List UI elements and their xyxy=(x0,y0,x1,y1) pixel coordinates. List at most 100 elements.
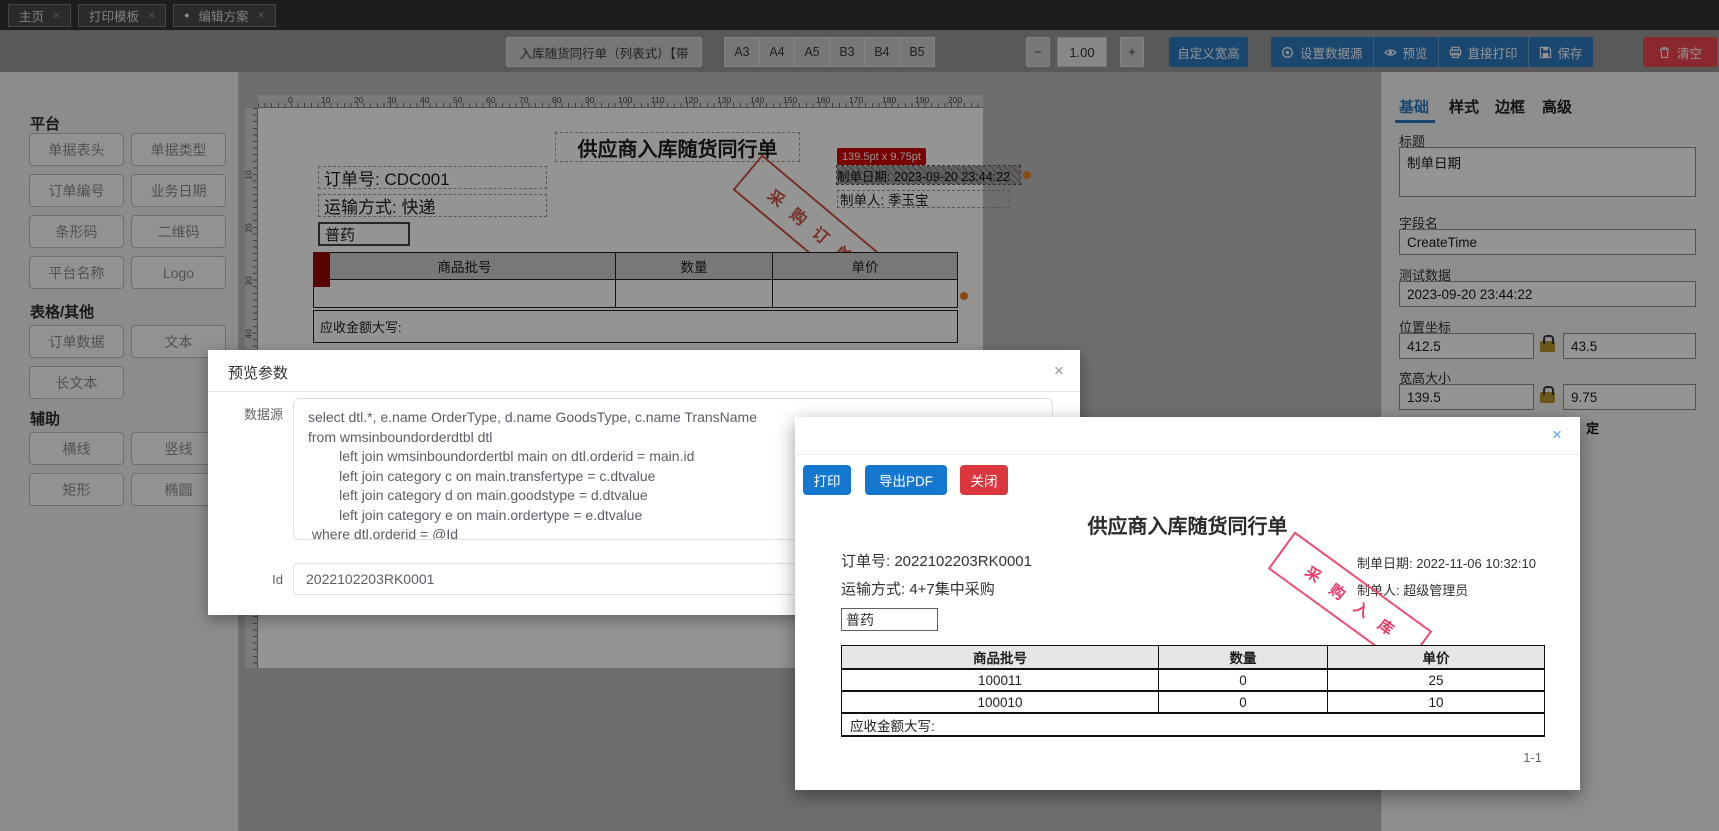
preview-goods-type: 普药 xyxy=(841,608,938,631)
component-button[interactable]: 二维码 xyxy=(131,215,226,248)
create-date-element-selected[interactable]: 制单日期: 2023-09-20 23:44:22 xyxy=(836,165,1021,185)
order-no-element[interactable]: 订单号: CDC001 xyxy=(318,166,547,189)
size-width-input[interactable]: 139.5 xyxy=(1399,384,1534,410)
component-button[interactable]: 订单数据 xyxy=(29,325,124,358)
component-button[interactable]: 单据表头 xyxy=(29,133,124,166)
preview-table: 商品批号 数量 单价 100011 0 25 100010 0 10 应收金额大… xyxy=(841,645,1545,737)
toolbar-action-group: 设置数据源 预览 直接打印 保存 xyxy=(1271,37,1593,67)
preview-transport: 运输方式: 4+7集中采购 xyxy=(841,581,995,598)
active-tab-underline xyxy=(1395,120,1435,123)
component-button[interactable]: 订单编号 xyxy=(29,174,124,207)
toolbar: 入库随货同行单（列表式）【带 A3 A4 A5 B3 B4 B5 − 1.00 + 自定义… xyxy=(0,30,1719,72)
position-y-input[interactable]: 43.5 xyxy=(1563,333,1696,359)
ruler-label: 130 xyxy=(717,95,732,105)
tab-style[interactable]: 样式 xyxy=(1449,96,1479,117)
component-button[interactable]: 横线 xyxy=(29,432,124,465)
ruler-label: 140 xyxy=(750,95,765,105)
component-button[interactable]: 长文本 xyxy=(29,366,124,399)
database-icon xyxy=(1282,46,1293,58)
transport-element[interactable]: 运输方式: 快递 xyxy=(318,194,547,217)
auxiliary-items: 横线 竖线 矩形 椭圆 xyxy=(29,432,229,506)
table-drag-handle[interactable] xyxy=(313,252,330,287)
tab-basic[interactable]: 基础 xyxy=(1399,96,1429,117)
component-button[interactable]: 单据类型 xyxy=(131,133,226,166)
close-button[interactable]: 关闭 xyxy=(960,465,1008,495)
size-height-input[interactable]: 9.75 xyxy=(1563,384,1696,410)
tab-edit-scheme[interactable]: ● 编辑方案 × xyxy=(173,3,276,27)
close-icon[interactable]: × xyxy=(148,8,155,22)
close-icon[interactable]: × xyxy=(1552,426,1562,443)
ruler-label: 30 xyxy=(387,95,397,105)
paper-size-group: A3 A4 A5 B3 B4 B5 xyxy=(724,37,935,67)
paper-size-button[interactable]: A3 xyxy=(724,37,760,67)
resize-handle[interactable] xyxy=(1023,171,1031,179)
resize-handle[interactable] xyxy=(960,292,968,300)
direct-print-button[interactable]: 直接打印 xyxy=(1437,37,1528,67)
goods-type-element[interactable]: 普药 xyxy=(318,222,410,246)
title-input[interactable]: 制单日期 xyxy=(1399,147,1696,197)
paper-size-button[interactable]: B4 xyxy=(864,37,900,67)
zoom-value-input[interactable]: 1.00 xyxy=(1057,37,1107,67)
preview-order-no: 订单号: 2022102203RK0001 xyxy=(841,553,1032,570)
component-button[interactable]: Logo xyxy=(131,256,226,289)
close-icon[interactable]: × xyxy=(258,8,265,22)
ruler-label: 150 xyxy=(783,95,798,105)
field-name-input[interactable]: CreateTime xyxy=(1399,229,1696,255)
component-sidebar: 平台 单据表头 单据类型 订单编号 业务日期 条形码 二维码 平台名称 Logo 表格/其他 … xyxy=(0,72,239,831)
tab-border[interactable]: 边框 xyxy=(1495,96,1525,117)
ruler-label: 110 xyxy=(651,95,665,105)
paper-size-button[interactable]: A5 xyxy=(794,37,830,67)
section-title-table-other: 表格/其他 xyxy=(30,304,95,321)
set-datasource-button[interactable]: 设置数据源 xyxy=(1271,37,1373,67)
printer-icon xyxy=(1449,46,1461,58)
ruler-label: 80 xyxy=(552,95,562,105)
lock-icon[interactable] xyxy=(1540,386,1555,403)
paper-size-button[interactable]: B3 xyxy=(829,37,865,67)
section-title-auxiliary: 辅助 xyxy=(30,411,61,428)
table-header-cell: 商品批号 xyxy=(314,253,616,279)
ruler-label: 60 xyxy=(486,95,496,105)
trash-icon xyxy=(1659,46,1670,58)
close-icon[interactable]: × xyxy=(53,8,60,22)
export-pdf-button[interactable]: 导出PDF xyxy=(865,465,947,495)
top-tab-strip: 主页 × 打印模板 × ● 编辑方案 × xyxy=(0,0,1719,30)
page-indicator: 1-1 xyxy=(1523,750,1542,765)
table-header-cell: 数量 xyxy=(616,253,773,279)
custom-size-button[interactable]: 自定义宽高 xyxy=(1169,37,1248,67)
ruler-label: 0 xyxy=(288,95,293,105)
amount-caps-element[interactable]: 应收金额大写: xyxy=(313,310,958,343)
tab-advanced[interactable]: 高级 xyxy=(1542,96,1572,117)
test-data-input[interactable]: 2023-09-20 23:44:22 xyxy=(1399,281,1696,307)
ruler-label: 20 xyxy=(354,95,364,105)
component-button[interactable]: 条形码 xyxy=(29,215,124,248)
zoom-in-button[interactable]: + xyxy=(1120,37,1144,67)
tab-print-template[interactable]: 打印模板 × xyxy=(78,3,167,27)
detail-table-element[interactable]: 商品批号 数量 单价 xyxy=(313,252,958,308)
component-button[interactable]: 平台名称 xyxy=(29,256,124,289)
section-title-platform: 平台 xyxy=(30,116,61,133)
paper-size-button[interactable]: B5 xyxy=(899,37,935,67)
clear-button[interactable]: 清空 xyxy=(1643,37,1717,67)
component-button[interactable]: 矩形 xyxy=(29,473,124,506)
creator-element[interactable]: 制单人: 季玉宝 xyxy=(837,190,1010,208)
preview-table-header: 商品批号 数量 单价 xyxy=(842,646,1544,670)
print-button[interactable]: 打印 xyxy=(803,465,851,495)
tab-print-template-label: 打印模板 xyxy=(89,9,140,24)
close-icon[interactable]: × xyxy=(1054,362,1064,379)
table-empty-row xyxy=(313,280,958,308)
template-name-button[interactable]: 入库随货同行单（列表式）【带 xyxy=(506,37,702,67)
tab-home[interactable]: 主页 × xyxy=(8,3,72,27)
paper-size-button[interactable]: A4 xyxy=(759,37,795,67)
ruler-label: 180 xyxy=(882,95,897,105)
header-cell: 商品批号 xyxy=(842,646,1159,668)
ruler-label: 170 xyxy=(849,95,864,105)
ruler-label: 10 xyxy=(321,95,331,105)
preview-button[interactable]: 预览 xyxy=(1372,37,1438,67)
zoom-out-button[interactable]: − xyxy=(1026,37,1050,67)
tab-home-label: 主页 xyxy=(19,9,45,24)
component-button[interactable]: 业务日期 xyxy=(131,174,226,207)
header-cell: 数量 xyxy=(1159,646,1328,668)
position-x-input[interactable]: 412.5 xyxy=(1399,333,1534,359)
lock-icon[interactable] xyxy=(1540,335,1555,352)
save-button[interactable]: 保存 xyxy=(1527,37,1593,67)
